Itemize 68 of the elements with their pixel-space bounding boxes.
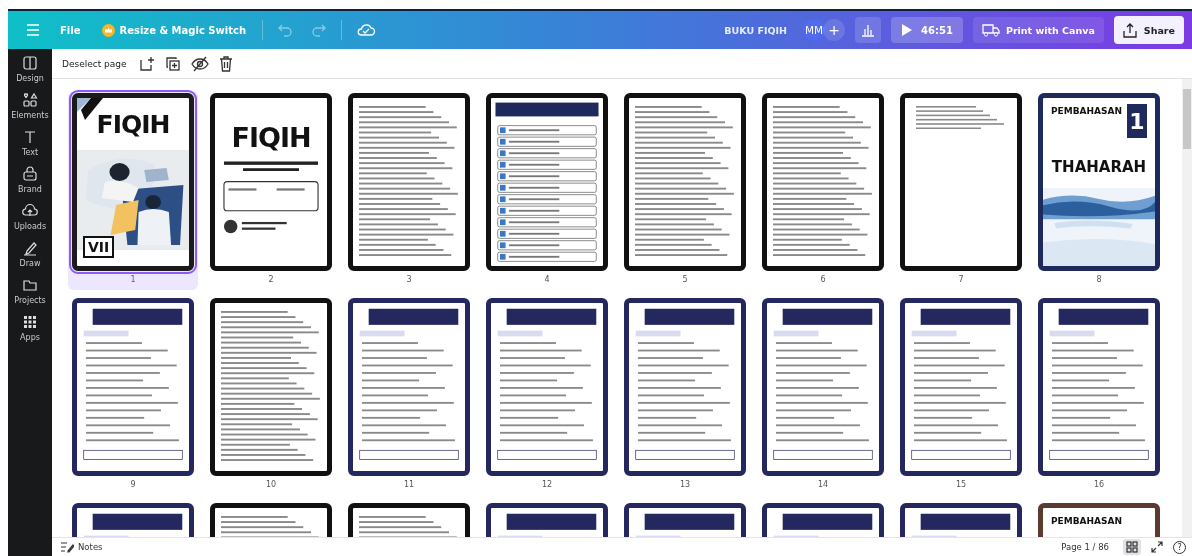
chapter-heading: PEMBAHASAN [1051, 106, 1122, 116]
page-number: 13 [679, 480, 691, 489]
sidebar-item[interactable]: Projects [8, 277, 52, 305]
projects-icon [22, 277, 38, 293]
grid-view-button[interactable] [1123, 539, 1141, 555]
page-number: 15 [955, 480, 967, 489]
page-number: 9 [130, 480, 136, 489]
elements-icon [22, 92, 38, 108]
cover-title: FIQIH [231, 124, 311, 151]
page-thumbnail[interactable]: FIQIH [210, 93, 332, 271]
page-number: 8 [1096, 275, 1102, 284]
fullscreen-icon[interactable] [1151, 541, 1163, 553]
page-thumbnail[interactable] [348, 93, 470, 271]
page-thumbnail[interactable] [900, 93, 1022, 271]
brand-icon [22, 166, 38, 182]
page-number: 5 [682, 275, 688, 284]
truck-icon [981, 23, 1000, 37]
uploads-icon [22, 203, 38, 219]
page-number: 12 [541, 480, 553, 489]
grid-icon [1126, 541, 1138, 553]
page-number: 16 [1093, 480, 1105, 489]
sidebar-item[interactable]: Text [8, 129, 52, 157]
page-number: 3 [406, 275, 412, 284]
grade-label: VII [83, 236, 115, 258]
page-number: 7 [958, 275, 964, 284]
chapter-number-badge: 1 [1127, 104, 1147, 138]
play-icon [901, 24, 913, 36]
sidebar-item[interactable]: Draw [8, 240, 52, 268]
page-number: 6 [820, 275, 826, 284]
present-button[interactable]: 46:51 [891, 17, 963, 43]
notes-icon [60, 541, 74, 553]
cover-title: FIQIH [96, 112, 170, 137]
page-number: 14 [817, 480, 829, 489]
apps-icon [22, 314, 38, 330]
share-button[interactable]: Share [1113, 16, 1184, 44]
page-number: 11 [403, 480, 415, 489]
page-number: 10 [265, 480, 277, 489]
page-thumbnail[interactable] [624, 93, 746, 271]
sidebar-item[interactable]: Uploads [8, 203, 52, 231]
sidebar-item[interactable]: Brand [8, 166, 52, 194]
deselect-page-button[interactable]: Deselect page [62, 58, 127, 69]
page-thumbnail[interactable]: FIQIH VII [72, 93, 194, 271]
page-indicator[interactable]: Page 1 / 86 [1061, 542, 1109, 552]
page-thumbnail[interactable] [762, 93, 884, 271]
analytics-button[interactable] [855, 17, 882, 43]
invite-button[interactable]: + [823, 19, 846, 41]
notes-button[interactable]: Notes [60, 541, 103, 553]
sidebar-item[interactable]: Design [8, 55, 52, 83]
page-number: 2 [268, 275, 274, 284]
draw-icon [22, 240, 38, 256]
document-title[interactable]: BUKU FIQIH [724, 24, 788, 36]
chapter-heading: PEMBAHASAN [1051, 516, 1122, 526]
user-avatar[interactable]: MM [803, 19, 826, 41]
page-thumbnail[interactable]: PEMBAHASAN [1038, 503, 1160, 537]
print-button[interactable]: Print with Canva [972, 17, 1104, 43]
scrollbar[interactable] [1182, 79, 1192, 537]
crown-icon [102, 23, 116, 37]
sidebar-item[interactable]: Apps [8, 314, 52, 342]
page-thumbnail[interactable]: PEMBAHASAN 1 THAHARAH [1038, 93, 1160, 271]
bar-chart-icon [861, 23, 876, 37]
text-icon [22, 129, 38, 145]
sidebar-item[interactable]: Elements [8, 92, 52, 120]
share-icon [1122, 22, 1137, 38]
page-number: 1 [130, 275, 136, 284]
design-icon [22, 55, 38, 71]
chapter-title: THAHARAH [1050, 158, 1148, 176]
page-thumbnail[interactable] [210, 298, 332, 476]
page-number: 4 [544, 275, 550, 284]
